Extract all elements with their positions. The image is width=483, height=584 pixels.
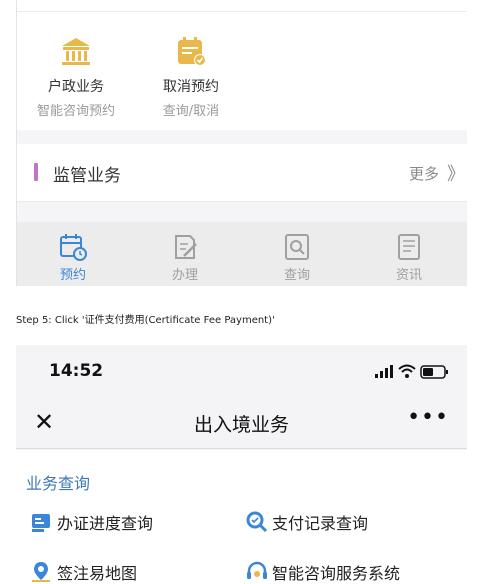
service-cancel-booking[interactable]: 取消预约 查询/取消 [136,34,246,119]
bank-icon [62,38,90,65]
supervision-section-header: 监管业务 更多 》 [17,144,467,202]
wifi-icon [398,364,416,378]
item-label: 办证进度查询 [57,514,154,533]
bottom-tab-bar: 预约 办理 查询 资讯 [17,222,467,286]
more-link[interactable]: 更多 [409,163,439,184]
tab-news[interactable]: 资讯 [353,222,465,286]
step-caption: Step 5: Click '证件支付费用(Certificate Fee Pa… [16,315,275,326]
news-icon [398,234,420,260]
service-huzheng[interactable]: 户政业务 智能咨询预约 [21,34,131,119]
headset-icon [247,561,267,579]
section-title: 监管业务 [53,166,121,186]
section-gap [17,202,467,222]
item-label: 签注易地图 [57,564,138,583]
section-title: 业务查询 [26,474,91,493]
item-payment-records[interactable]: 支付记录查询 [246,509,426,537]
calendar-check-icon [178,37,206,66]
tab-query[interactable]: 查询 [241,222,353,286]
tab-label: 资讯 [395,268,422,283]
business-query-panel: 业务查询 办证进度查询 支付记录查询 签注易地图 智能咨询服务系统 [16,450,467,584]
top-screenshot: 户政业务 智能咨询预约 取消预约 查询/取消 监管业务 更多 》 预约 办理 查… [16,0,467,286]
battery-icon [420,365,448,379]
more-dots-icon[interactable]: ••• [407,405,449,430]
tab-label: 查询 [283,268,310,283]
page-title: 出入境业务 [193,414,289,436]
status-bar: 14:52 [16,345,467,397]
item-label: 支付记录查询 [272,514,369,533]
status-icons [375,364,448,379]
item-endorsement-map[interactable]: 签注易地图 [31,559,211,584]
item-smart-consult[interactable]: 智能咨询服务系统 [246,559,446,584]
item-label: 智能咨询服务系统 [272,564,401,583]
edit-doc-icon [175,235,197,259]
tab-label: 预约 [59,268,86,283]
tab-handle[interactable]: 办理 [129,222,241,286]
map-pin-icon [32,562,50,582]
service-subtitle: 智能咨询预约 [36,104,115,119]
double-chevron-right-icon[interactable]: 》 [447,160,465,186]
service-title: 取消预约 [163,79,219,95]
item-progress-query[interactable]: 办证进度查询 [31,509,211,537]
section-accent-bar [34,163,38,181]
section-gap [17,130,467,144]
top-strip [17,0,467,12]
search-icon [246,511,268,533]
status-time: 14:52 [49,361,104,381]
signal-icon [375,365,393,378]
tab-booking[interactable]: 预约 [17,222,129,286]
id-card-icon [32,514,50,532]
nav-bar: ✕ 出入境业务 ••• [16,397,467,449]
service-title: 户政业务 [48,79,104,95]
search-doc-icon [285,234,309,260]
bottom-screenshot: 14:52 ✕ 出入境业务 ••• 业务查询 办证进度查询 支付记录查询 签注易… [16,345,467,584]
tab-label: 办理 [171,268,198,283]
service-subtitle: 查询/取消 [162,104,220,119]
calendar-clock-icon [60,234,87,261]
